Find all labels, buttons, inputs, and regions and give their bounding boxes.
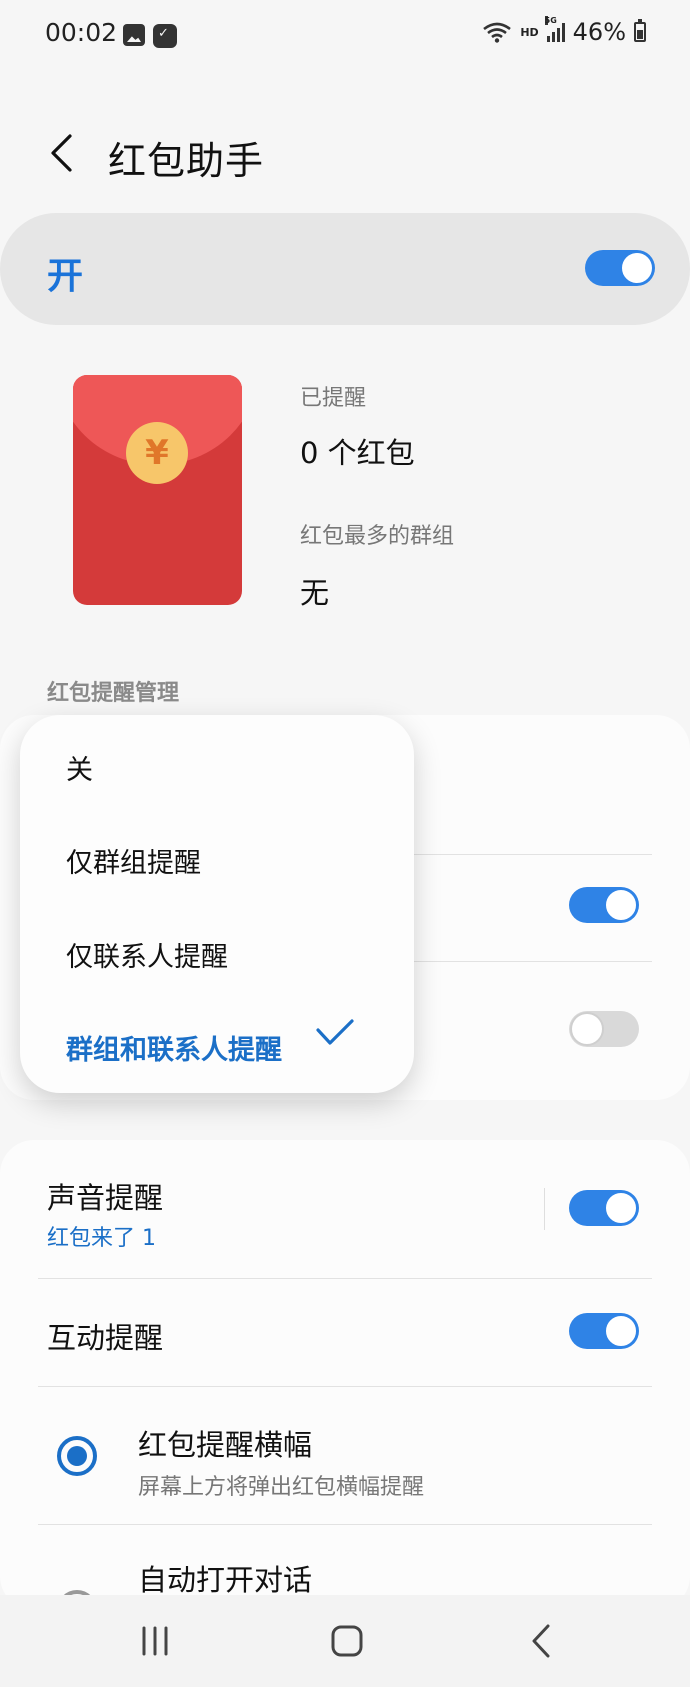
reminder-row3-toggle[interactable] — [569, 1011, 639, 1047]
popup-option-contact-only[interactable]: 仅联系人提醒 — [66, 935, 228, 974]
section-header: 红包提醒管理 — [47, 681, 180, 706]
top-group-label: 红包最多的群组 — [300, 524, 455, 549]
popup-option-off[interactable]: 关 — [66, 748, 93, 787]
checkmark-icon — [316, 1019, 354, 1045]
image-icon — [123, 24, 145, 46]
status-bar: 00:02 HD 5G 46% — [0, 0, 690, 76]
reminded-value: 0 个红包 — [300, 436, 415, 470]
system-back-button[interactable] — [496, 1595, 586, 1687]
banner-radio[interactable] — [57, 1436, 97, 1476]
home-icon — [331, 1625, 363, 1657]
master-switch-row[interactable]: 开 — [0, 213, 690, 325]
recents-icon — [142, 1626, 168, 1656]
network-type: 5G — [544, 16, 557, 25]
top-group-value: 无 — [300, 576, 330, 610]
banner-title: 红包提醒横幅 — [138, 1428, 313, 1462]
master-switch-label: 开 — [47, 256, 84, 297]
app-notification-icon — [153, 24, 177, 48]
banner-subtitle: 屏幕上方将弹出红包横幅提醒 — [138, 1475, 425, 1500]
reminded-label: 已提醒 — [300, 386, 367, 411]
interactive-reminder-toggle[interactable] — [569, 1313, 639, 1349]
master-toggle[interactable] — [585, 250, 655, 286]
back-icon — [532, 1624, 550, 1658]
popup-option-group-and-contact[interactable]: 群组和联系人提醒 — [66, 1028, 282, 1067]
battery-percent: 46% — [572, 18, 626, 46]
battery-icon — [634, 19, 646, 42]
yuan-coin-icon: ¥ — [126, 422, 188, 484]
cellular-signal-icon: 5G — [544, 16, 565, 42]
status-notification-icons — [123, 24, 177, 48]
popup-option-group-only[interactable]: 仅群组提醒 — [66, 841, 201, 880]
back-button[interactable] — [36, 125, 86, 181]
page-title: 红包助手 — [108, 139, 265, 183]
navigation-bar — [0, 1595, 690, 1687]
status-time: 00:02 — [45, 18, 118, 47]
screen: 00:02 HD 5G 46% — [0, 0, 690, 1687]
reminder-row2-toggle[interactable] — [569, 887, 639, 923]
recents-button[interactable] — [110, 1595, 200, 1687]
status-right-group: HD 5G 46% — [482, 16, 646, 46]
red-packet-illustration: ¥ — [73, 375, 242, 605]
wifi-icon — [482, 21, 512, 43]
sound-reminder-toggle[interactable] — [569, 1190, 639, 1226]
interactive-reminder-title: 互动提醒 — [47, 1321, 164, 1355]
chevron-left-icon — [51, 134, 72, 172]
home-button[interactable] — [302, 1595, 392, 1687]
sound-reminder-subtitle: 红包来了 1 — [47, 1226, 156, 1251]
auto-open-title: 自动打开对话 — [138, 1563, 313, 1597]
sound-reminder-title: 声音提醒 — [47, 1181, 164, 1215]
hd-indicator: HD — [520, 25, 539, 39]
vertical-divider — [544, 1188, 545, 1230]
